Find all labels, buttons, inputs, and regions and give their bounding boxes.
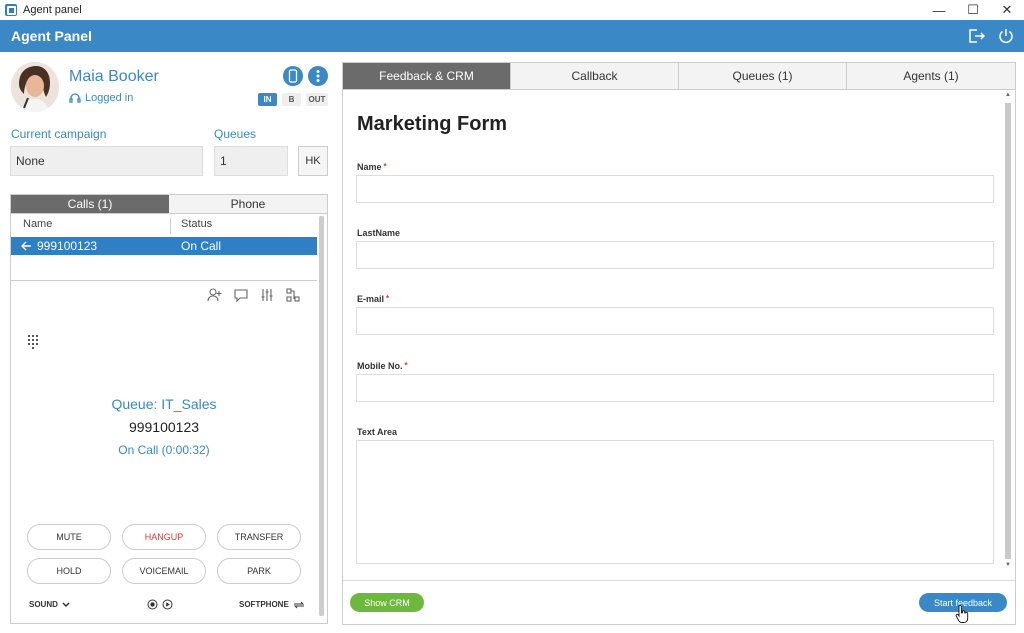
calls-table-header: Name Status: [11, 218, 317, 234]
window-titlebar: Agent panel — ☐ ✕: [0, 0, 1024, 20]
campaign-field[interactable]: None: [10, 146, 203, 176]
main-tabs: Feedback & CRM Callback Queues (1) Agent…: [343, 63, 1015, 90]
tab-agents[interactable]: Agents (1): [847, 63, 1015, 89]
phone-icon: [288, 69, 298, 83]
transfer-network-icon[interactable]: [285, 287, 301, 303]
marketing-form: Marketing Form Name * LastName E-mail * Mo…: [343, 91, 1015, 580]
mobile-label: Mobile No. *: [357, 361, 408, 371]
swap-icon: [293, 601, 304, 608]
campaign-label: Current campaign: [11, 127, 107, 141]
tab-queues[interactable]: Queues (1): [679, 63, 847, 89]
tab-feedback-crm[interactable]: Feedback & CRM: [343, 63, 511, 89]
maximize-icon[interactable]: ☐: [956, 0, 990, 20]
arrow-left-icon: [21, 241, 31, 251]
queues-label: Queues: [214, 127, 257, 141]
email-label: E-mail *: [357, 294, 390, 304]
softphone-label: SOFTPHONE: [239, 600, 289, 609]
hangup-button[interactable]: HANGUP: [122, 524, 206, 550]
settings-sliders-icon[interactable]: [259, 287, 275, 303]
form-scrollbar[interactable]: ▲ ▼: [1003, 91, 1013, 571]
column-status: Status: [181, 218, 213, 230]
name-field[interactable]: [356, 175, 994, 203]
record-controls: [147, 599, 173, 610]
form-footer: Show CRM Start feedback: [343, 580, 1015, 625]
active-call-number: 999100123: [128, 419, 200, 435]
lastname-label: LastName: [357, 228, 401, 238]
window-controls: — ☐ ✕: [922, 0, 1024, 20]
window-title: Agent panel: [23, 4, 82, 16]
tab-phone[interactable]: Phone: [169, 195, 327, 213]
dialpad-icon[interactable]: [28, 335, 40, 349]
left-tabs: Calls (1) Phone: [10, 194, 328, 214]
mode-in-toggle[interactable]: IN: [258, 93, 277, 106]
app-header: Agent Panel: [0, 20, 1024, 52]
calls-panel: Name Status 999100123 On Call Queue: IT_…: [10, 214, 328, 624]
active-call-queue: Queue: IT_Sales: [111, 396, 217, 412]
table-row[interactable]: 999100123 On Call: [11, 237, 317, 255]
add-contact-icon[interactable]: [207, 287, 223, 303]
text-area-field[interactable]: [356, 440, 994, 564]
sound-dropdown[interactable]: SOUND: [29, 600, 70, 609]
phone-button[interactable]: [283, 66, 303, 86]
softphone-toggle[interactable]: SOFTPHONE: [239, 600, 305, 609]
calls-scrollbar[interactable]: [319, 216, 324, 616]
chevron-down-icon: [62, 601, 70, 607]
tab-callback[interactable]: Callback: [511, 63, 679, 89]
sound-label: SOUND: [29, 600, 58, 609]
power-icon[interactable]: [996, 25, 1016, 47]
column-name: Name: [11, 218, 171, 234]
mode-break-toggle[interactable]: B: [282, 93, 301, 106]
park-button[interactable]: PARK: [217, 558, 301, 584]
minimize-icon[interactable]: —: [922, 0, 956, 20]
chat-icon[interactable]: [233, 287, 249, 303]
hold-button[interactable]: HOLD: [27, 558, 111, 584]
avatar: [11, 62, 59, 112]
lastname-field[interactable]: [356, 241, 994, 269]
queues-field[interactable]: 1: [214, 146, 288, 176]
page-title: Agent Panel: [11, 28, 92, 44]
call-tools: [207, 287, 301, 303]
tab-calls[interactable]: Calls (1): [11, 195, 169, 213]
mode-out-toggle[interactable]: OUT: [306, 93, 328, 106]
show-crm-button[interactable]: Show CRM: [350, 593, 424, 612]
scroll-thumb[interactable]: [1005, 103, 1011, 559]
record-icon[interactable]: [147, 599, 158, 610]
agent-name: Maia Booker: [69, 68, 159, 85]
name-label: Name *: [357, 162, 387, 172]
call-row-number: 999100123: [37, 239, 98, 253]
agent-status: Logged in: [69, 92, 133, 104]
mute-button[interactable]: MUTE: [27, 524, 111, 550]
voicemail-button[interactable]: VOICEMAIL: [122, 558, 206, 584]
mobile-field[interactable]: [356, 374, 994, 402]
form-title: Marketing Form: [357, 113, 508, 135]
email-field[interactable]: [356, 307, 994, 335]
transfer-button[interactable]: TRANSFER: [217, 524, 301, 550]
close-icon[interactable]: ✕: [990, 0, 1024, 20]
app-logo-icon: [5, 4, 17, 16]
agent-sidebar: Maia Booker Logged in IN B OUT Current c…: [0, 52, 336, 633]
active-call-state: On Call (0:00:32): [118, 443, 210, 457]
main-panel: Feedback & CRM Callback Queues (1) Agent…: [342, 62, 1016, 625]
hand-cursor-icon: [955, 605, 969, 623]
logout-icon[interactable]: [966, 25, 986, 47]
scroll-down-icon[interactable]: ▼: [1004, 562, 1012, 568]
call-row-status: On Call: [181, 239, 222, 253]
more-button[interactable]: [308, 66, 328, 86]
more-icon: [316, 70, 320, 82]
textarea-label: Text Area: [357, 427, 398, 437]
agent-status-label: Logged in: [85, 92, 134, 104]
divider: [11, 280, 317, 281]
play-icon[interactable]: [162, 599, 173, 610]
headset-icon: [69, 93, 81, 103]
hk-button[interactable]: HK: [298, 146, 328, 176]
scroll-up-icon[interactable]: ▲: [1004, 92, 1012, 98]
